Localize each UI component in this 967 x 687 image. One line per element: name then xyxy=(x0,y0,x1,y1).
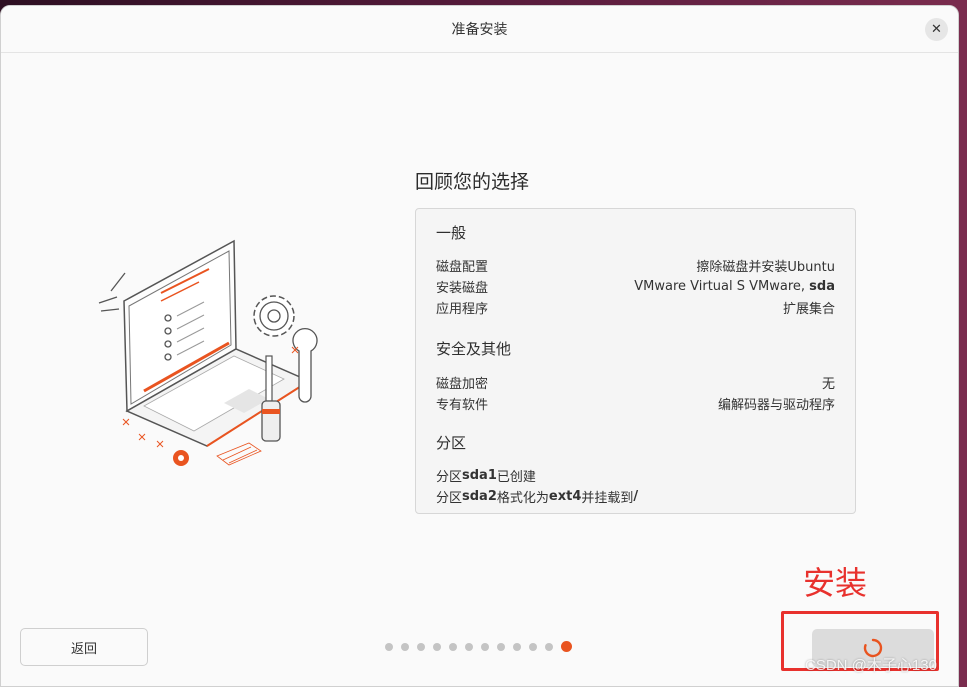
partition-name: sda1 xyxy=(462,468,497,483)
disk-encryption-row: 磁盘加密 无 xyxy=(436,372,835,393)
mount-point: / xyxy=(633,489,639,504)
row-value: 擦除磁盘并安装Ubuntu xyxy=(696,260,835,275)
text: 分区 xyxy=(436,470,463,485)
annotation-label: 安装 xyxy=(803,564,868,602)
page-dot xyxy=(385,642,393,651)
row-label: 应用程序 xyxy=(436,302,489,317)
applications-row: 应用程序 扩展集合 xyxy=(436,297,835,318)
laptop-tools-illustration xyxy=(98,239,318,466)
page-dot xyxy=(513,642,521,651)
review-heading: 回顾您的选择 xyxy=(415,171,530,193)
window-title: 准备安装 xyxy=(451,22,508,38)
partition-name: sda2 xyxy=(462,489,497,504)
proprietary-software-row: 专有软件 编解码器与驱动程序 xyxy=(436,393,835,414)
title-bar: 准备安装 ✕ xyxy=(1,6,958,53)
partitions-section: 分区 分区 sda1 已创建 分区 sda2 格式化为 ext4 并挂载到 / xyxy=(436,432,835,507)
summary-panel: 一般 磁盘配置 擦除磁盘并安装Ubuntu 安装磁盘 VMware Virtua… xyxy=(415,208,856,514)
install-disk-row: 安装磁盘 VMware Virtual S VMware, sda xyxy=(436,276,835,297)
back-button[interactable]: 返回 xyxy=(20,628,148,666)
page-dot xyxy=(545,642,553,651)
row-value: 扩展集合 xyxy=(782,302,835,317)
text: 已创建 xyxy=(496,470,536,485)
row-label: 专有软件 xyxy=(436,398,489,413)
partition-line-1: 分区 sda1 已创建 xyxy=(436,465,835,486)
watermark: CSDN @木子心130 xyxy=(805,657,937,674)
disk-device: sda xyxy=(809,279,835,294)
row-label: 磁盘配置 xyxy=(436,260,489,275)
general-title: 一般 xyxy=(436,224,467,242)
page-indicator xyxy=(385,641,572,652)
page-dot-active xyxy=(561,641,572,652)
security-title: 安全及其他 xyxy=(436,340,512,358)
page-dot xyxy=(433,642,441,651)
close-icon: ✕ xyxy=(931,22,942,37)
row-value: VMware Virtual S VMware, sda xyxy=(634,279,835,294)
filesystem: ext4 xyxy=(548,489,582,504)
page-dot xyxy=(497,642,505,651)
disk-model: VMware Virtual S VMware, xyxy=(634,279,810,294)
row-value: 编解码器与驱动程序 xyxy=(717,398,835,413)
page-dot xyxy=(417,642,425,651)
row-label: 磁盘加密 xyxy=(436,377,489,392)
text: 分区 xyxy=(436,491,463,506)
row-value: 无 xyxy=(821,377,835,392)
partition-line-2: 分区 sda2 格式化为 ext4 并挂载到 / xyxy=(436,486,835,507)
page-dot xyxy=(481,642,489,651)
close-button[interactable]: ✕ xyxy=(925,18,948,41)
general-section: 一般 磁盘配置 擦除磁盘并安装Ubuntu 安装磁盘 VMware Virtua… xyxy=(436,222,835,318)
row-label: 安装磁盘 xyxy=(436,281,489,296)
security-section: 安全及其他 磁盘加密 无 专有软件 编解码器与驱动程序 xyxy=(436,338,835,414)
disk-config-row: 磁盘配置 擦除磁盘并安装Ubuntu xyxy=(436,255,835,276)
page-dot xyxy=(465,642,473,651)
page-dot xyxy=(401,642,409,651)
page-dot xyxy=(449,642,457,651)
page-dot xyxy=(529,642,537,651)
text: 格式化为 xyxy=(496,491,549,506)
text: 并挂载到 xyxy=(581,491,634,506)
partitions-title: 分区 xyxy=(436,434,467,452)
